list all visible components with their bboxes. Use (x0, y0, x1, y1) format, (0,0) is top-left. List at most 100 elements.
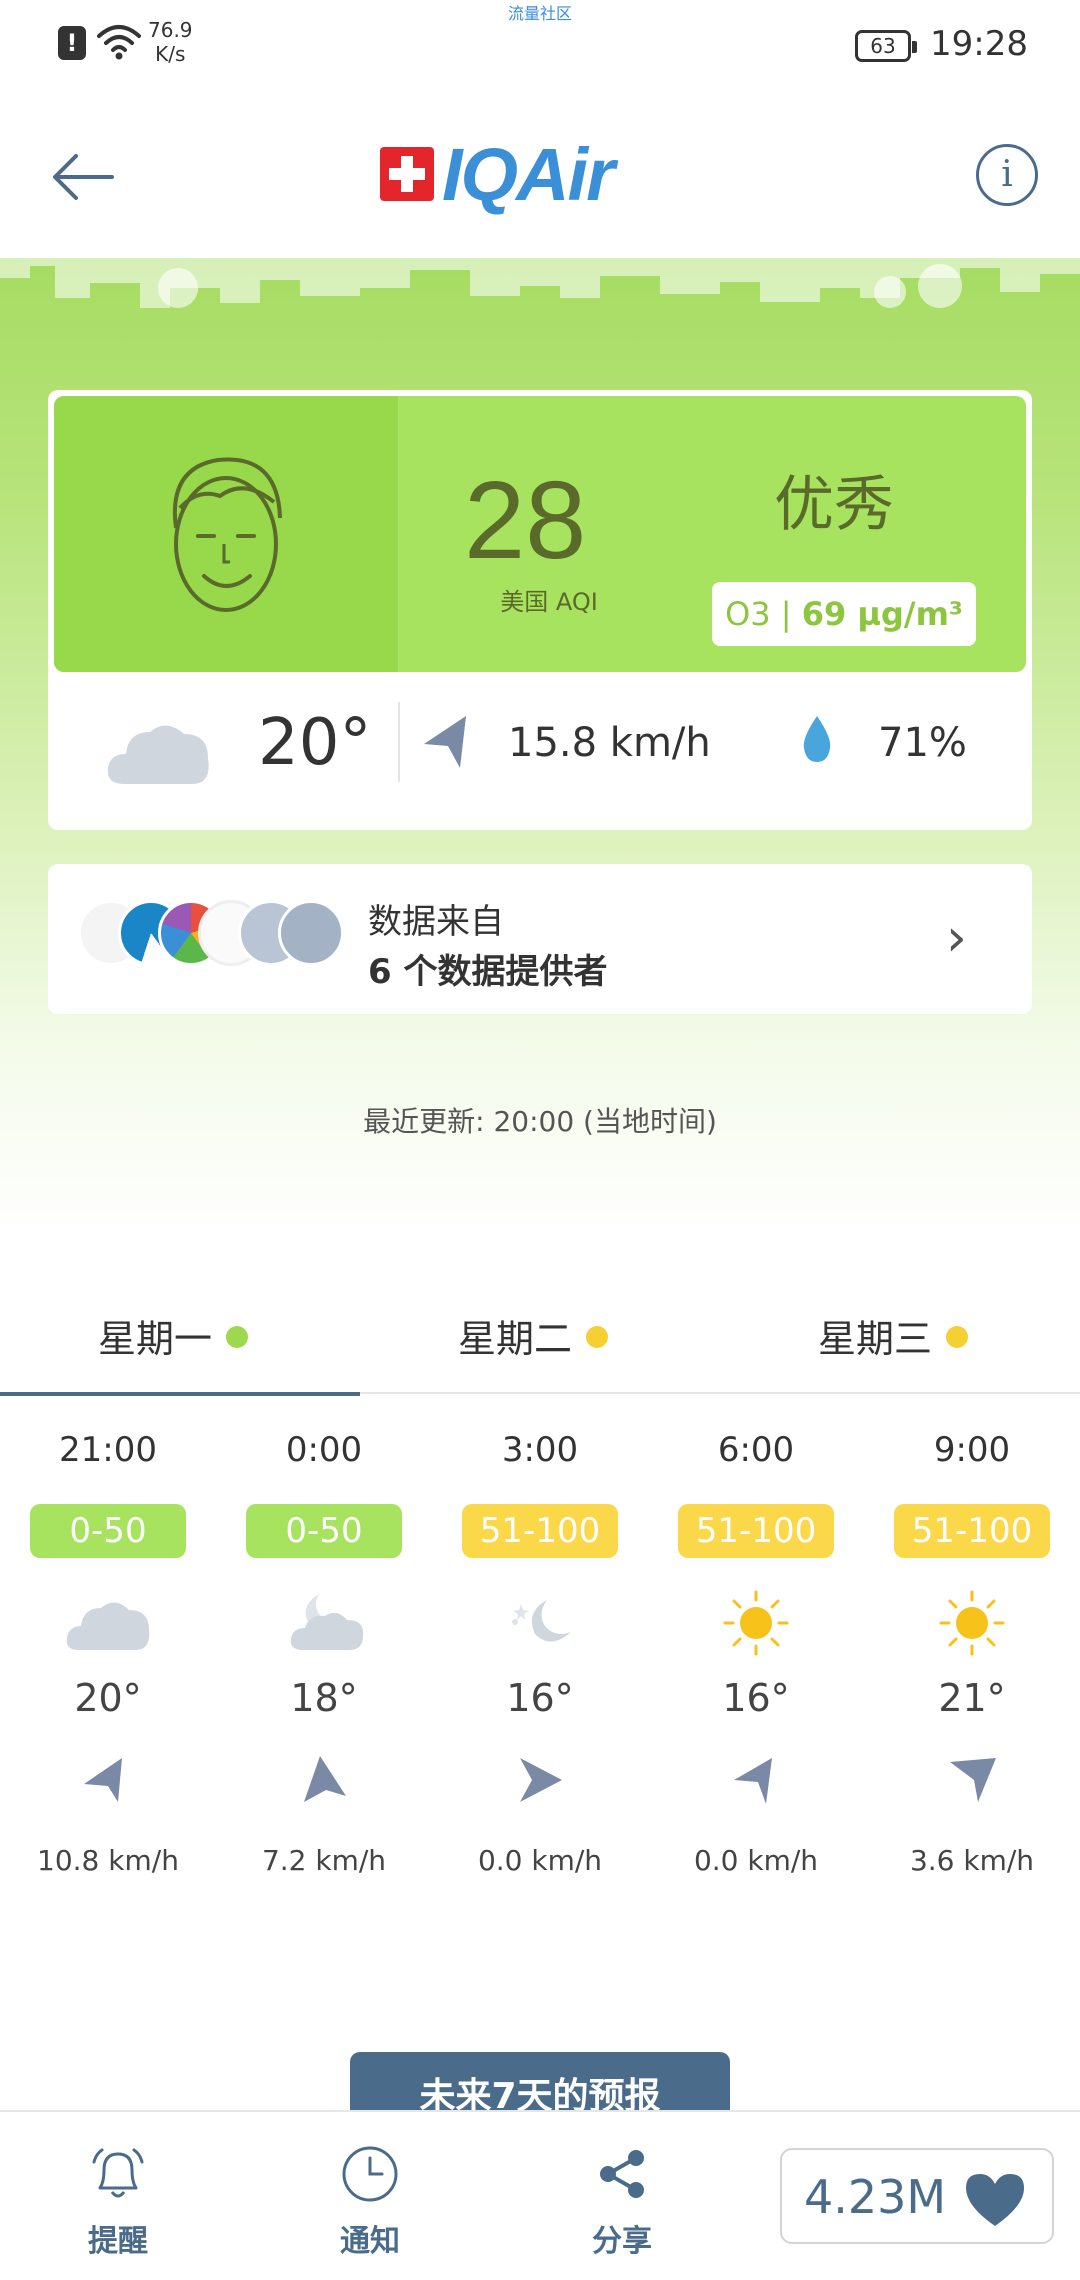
hour-temperature: 21° (938, 1676, 1006, 1720)
share-icon (600, 2150, 644, 2198)
hour-time: 9:00 (933, 1430, 1011, 1470)
tab-day-2[interactable]: 星期二 (360, 1268, 720, 1394)
face-panel (54, 396, 398, 672)
hourly-item: 0:00 0-50 18° 7.2 km/h (216, 1420, 432, 1920)
aqi-dot-icon (226, 1326, 249, 1348)
nav-notifications[interactable]: 通知 (310, 2142, 430, 2260)
aqi-range-badge: 51-100 (894, 1504, 1050, 1558)
hour-temperature: 20° (74, 1676, 142, 1720)
nav-share-label: 分享 (592, 2224, 652, 2259)
current-temperature: 20° (258, 706, 372, 780)
wind-direction-icon (520, 1758, 562, 1802)
data-providers-card[interactable]: 数据来自 6 个数据提供者 › (48, 864, 1032, 1014)
hour-temperature: 18° (290, 1676, 358, 1720)
clock-icon (342, 2146, 398, 2202)
aqi-range-badge: 51-100 (678, 1504, 834, 1558)
humidity-drop-icon (803, 716, 831, 762)
divider (398, 702, 400, 782)
main-pollutant: O3 | 69 µg/m³ (712, 582, 976, 646)
aqi-summary: 28 美国 AQI 优秀 O3 | 69 µg/m³ (54, 396, 1026, 672)
last-update: 最近更新: 20:00 (当地时间) (363, 1105, 717, 1138)
network-speed-value: 76.9 (148, 18, 193, 42)
wind-direction-icon (424, 716, 466, 768)
aqi-dot-icon (946, 1326, 969, 1348)
tab-day-3-label: 星期三 (818, 1317, 933, 1361)
current-humidity: 71% (878, 720, 967, 766)
aqi-range-badge: 0-50 (246, 1504, 402, 1558)
cloud-icon (107, 725, 209, 784)
provider-avatar-2 (278, 900, 344, 966)
provider-logos (78, 900, 378, 980)
hour-time: 21:00 (59, 1430, 157, 1470)
iqair-logo: IQAir (380, 132, 615, 216)
nav-notifications-label: 通知 (340, 2224, 400, 2259)
chevron-right-icon[interactable]: › (946, 908, 967, 968)
cloud-icon (66, 1602, 150, 1650)
app-header: IQAir i (0, 90, 1080, 258)
happy-face-icon (173, 457, 282, 612)
like-button[interactable]: 4.23M (780, 2148, 1054, 2244)
aqi-range-badge: 0-50 (30, 1504, 186, 1558)
wind-direction-icon (84, 1758, 122, 1802)
battery-icon: 63 (855, 30, 917, 62)
alert-icon: ! (58, 26, 86, 60)
wind-direction-icon (304, 1756, 346, 1802)
hourly-item: 3:00 51-100 16° 0.0 km/h (432, 1420, 648, 1920)
nav-share[interactable]: 分享 (562, 2142, 682, 2260)
pollutant-separator: | (780, 595, 802, 633)
current-weather: 20° 15.8 km/h 71% (48, 672, 1032, 830)
wind-direction-icon (734, 1758, 772, 1804)
info-icon[interactable]: i (976, 144, 1038, 206)
hour-temperature: 16° (506, 1676, 574, 1720)
logo-text: IQAir (442, 132, 615, 216)
hour-wind-speed: 0.0 km/h (477, 1844, 603, 1877)
tab-day-2-label: 星期二 (458, 1317, 573, 1361)
hourly-item: 21:00 0-50 20° 10.8 km/h (0, 1420, 216, 1920)
bell-icon (92, 2148, 144, 2198)
aqi-level: 优秀 (774, 470, 894, 540)
pollutant-name: O3 (725, 595, 771, 633)
hour-wind-speed: 3.6 km/h (909, 1844, 1035, 1877)
aqi-value: 28 (464, 459, 587, 582)
bottom-nav: 提醒 通知 分享 4.23M (0, 2110, 1080, 2280)
aqi-card[interactable]: 28 美国 AQI 优秀 O3 | 69 µg/m³ 20° 15.8 km/h… (48, 390, 1032, 830)
status-bar: 流量社区 ! 76.9 K/s 63 19:28 (0, 0, 1080, 90)
hour-time: 6:00 (717, 1430, 795, 1470)
wifi-icon (97, 25, 141, 60)
hour-wind-speed: 10.8 km/h (37, 1844, 179, 1877)
hour-temperature: 16° (722, 1676, 790, 1720)
hour-wind-speed: 0.0 km/h (693, 1844, 819, 1877)
hour-time: 3:00 (501, 1430, 579, 1470)
tab-day-1[interactable]: 星期一 (0, 1268, 360, 1396)
day-tabs: 星期一 星期二 星期三 (0, 1268, 1080, 1396)
status-time: 19:28 (930, 24, 1028, 64)
sun-icon (939, 1590, 1005, 1656)
hour-wind-speed: 7.2 km/h (261, 1844, 387, 1877)
moon-cloud-icon (290, 1594, 364, 1650)
current-wind-speed: 15.8 km/h (508, 720, 711, 766)
nav-alerts-label: 提醒 (88, 2224, 148, 2259)
tab-day-3[interactable]: 星期三 (720, 1268, 1080, 1394)
aqi-range-badge: 51-100 (462, 1504, 618, 1558)
pollutant-value: 69 µg/m³ (801, 595, 963, 633)
network-speed-unit: K/s (155, 42, 186, 66)
network-speed: 76.9 K/s (148, 18, 193, 66)
like-count: 4.23M (804, 2170, 947, 2224)
aqi-unit: 美国 AQI (500, 588, 598, 616)
aqi-dot-icon (586, 1326, 609, 1348)
aqi-section: 28 美国 AQI 优秀 O3 | 69 µg/m³ 20° 15.8 km/h… (0, 258, 1080, 1238)
hour-time: 0:00 (285, 1430, 363, 1470)
wind-direction-icon (950, 1758, 996, 1802)
hourly-item: 9:00 51-100 21° 3.6 km/h (864, 1420, 1080, 1920)
nav-alerts[interactable]: 提醒 (58, 2142, 178, 2260)
city-skyline-decoration (0, 258, 1080, 308)
providers-count: 6 个数据提供者 (368, 952, 608, 992)
heart-icon (966, 2174, 1024, 2226)
providers-title: 数据来自 (368, 902, 504, 942)
hourly-item: 6:00 51-100 16° 0.0 km/h (648, 1420, 864, 1920)
swiss-flag-icon (380, 147, 434, 201)
back-arrow-icon[interactable] (48, 142, 118, 212)
moon-stars-icon (512, 1600, 571, 1642)
tab-day-1-label: 星期一 (98, 1317, 213, 1361)
sun-icon (723, 1590, 789, 1656)
